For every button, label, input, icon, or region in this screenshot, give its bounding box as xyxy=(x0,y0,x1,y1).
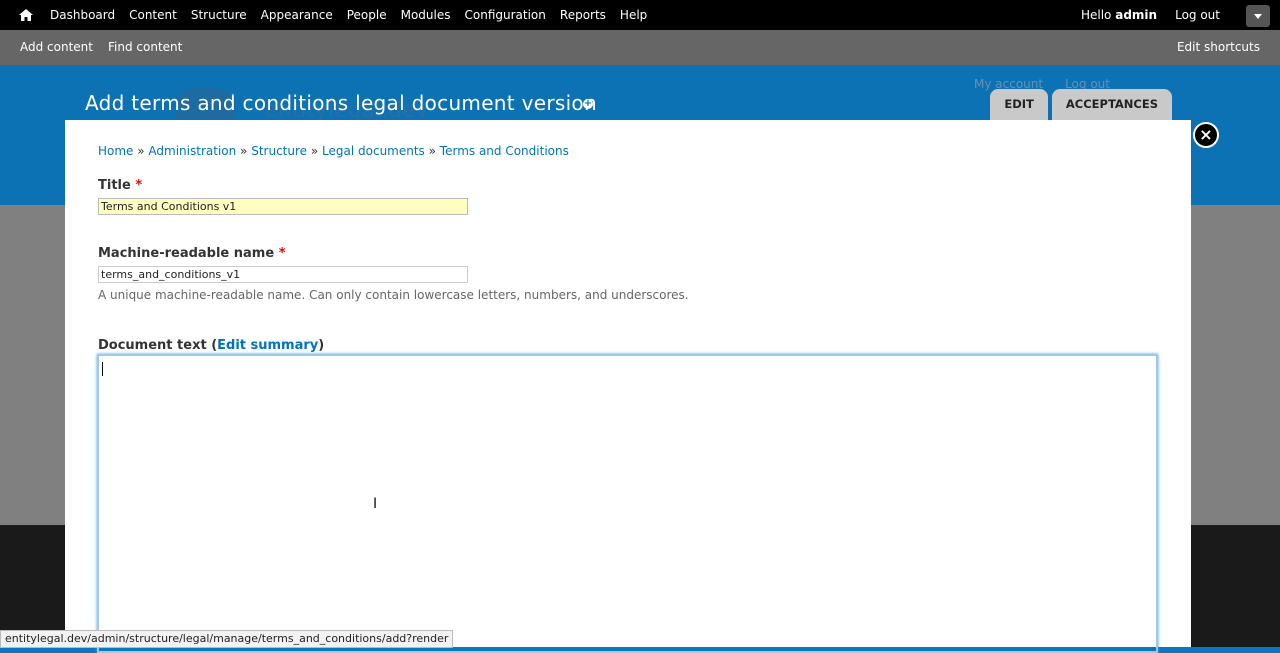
title-input[interactable]: Terms and Conditions v1 xyxy=(98,198,468,215)
toolbar-user: Hello admin Log out xyxy=(1045,0,1220,30)
machine-name-description: A unique machine-readable name. Can only… xyxy=(98,288,689,302)
menu-appearance[interactable]: Appearance xyxy=(261,0,333,30)
shortcut-find-content[interactable]: Find content xyxy=(108,30,182,64)
toolbar-logout[interactable]: Log out xyxy=(1175,0,1220,30)
hello-text: Hello xyxy=(1080,8,1112,22)
home-icon[interactable] xyxy=(18,7,34,23)
document-text-label-text: Document text xyxy=(98,338,207,353)
breadcrumb-home[interactable]: Home xyxy=(98,144,133,158)
page-title: Add terms and conditions legal document … xyxy=(85,91,597,115)
edit-summary-link[interactable]: Edit summary xyxy=(217,338,318,353)
title-label: Title * xyxy=(98,178,142,193)
text-caret xyxy=(102,362,103,376)
add-shortcut-icon[interactable]: + xyxy=(583,99,593,109)
edit-shortcuts-link[interactable]: Edit shortcuts xyxy=(1177,30,1260,64)
title-label-text: Title xyxy=(98,178,131,193)
breadcrumb-legal-documents[interactable]: Legal documents xyxy=(322,144,425,158)
menu-dashboard[interactable]: Dashboard xyxy=(50,0,115,30)
tab-acceptances[interactable]: ACCEPTANCES xyxy=(1051,89,1172,120)
username[interactable]: admin xyxy=(1115,8,1157,22)
machine-name-label-text: Machine-readable name xyxy=(98,246,275,261)
breadcrumb: Home » Administration » Structure » Lega… xyxy=(98,144,569,158)
shortcuts-bar: Add content Find content Edit shortcuts xyxy=(0,30,1280,65)
machine-name-label: Machine-readable name * xyxy=(98,246,286,261)
hello-user: Hello admin xyxy=(1063,0,1157,30)
menu-content[interactable]: Content xyxy=(129,0,177,30)
shortcuts-toggle-button[interactable] xyxy=(1246,5,1270,27)
menu-structure[interactable]: Structure xyxy=(191,0,247,30)
document-text-textarea[interactable] xyxy=(97,354,1158,653)
overlay-dialog: Home » Administration » Structure » Lega… xyxy=(65,120,1191,653)
admin-toolbar: Dashboard Content Structure Appearance P… xyxy=(0,0,1280,30)
required-marker: * xyxy=(278,246,286,261)
status-bar-url: entitylegal.dev/admin/structure/legal/ma… xyxy=(0,630,454,648)
close-icon[interactable]: × xyxy=(1193,122,1219,148)
tab-edit[interactable]: EDIT xyxy=(990,89,1048,120)
document-text-label: Document text (Edit summary) xyxy=(98,338,325,353)
menu-help[interactable]: Help xyxy=(620,0,647,30)
required-marker: * xyxy=(135,178,143,193)
breadcrumb-terms-and-conditions[interactable]: Terms and Conditions xyxy=(440,144,569,158)
breadcrumb-administration[interactable]: Administration xyxy=(148,144,236,158)
machine-name-input[interactable]: terms_and_conditions_v1 xyxy=(98,266,468,283)
primary-tabs: EDIT ACCEPTANCES xyxy=(986,89,1172,120)
shortcut-add-content[interactable]: Add content xyxy=(20,30,93,64)
menu-modules[interactable]: Modules xyxy=(401,0,451,30)
ibeam-cursor-icon: I xyxy=(373,496,378,512)
menu-people[interactable]: People xyxy=(347,0,387,30)
menu-configuration[interactable]: Configuration xyxy=(465,0,546,30)
menu-reports[interactable]: Reports xyxy=(560,0,606,30)
toolbar-menu: Dashboard Content Structure Appearance P… xyxy=(50,0,661,30)
breadcrumb-structure[interactable]: Structure xyxy=(251,144,307,158)
